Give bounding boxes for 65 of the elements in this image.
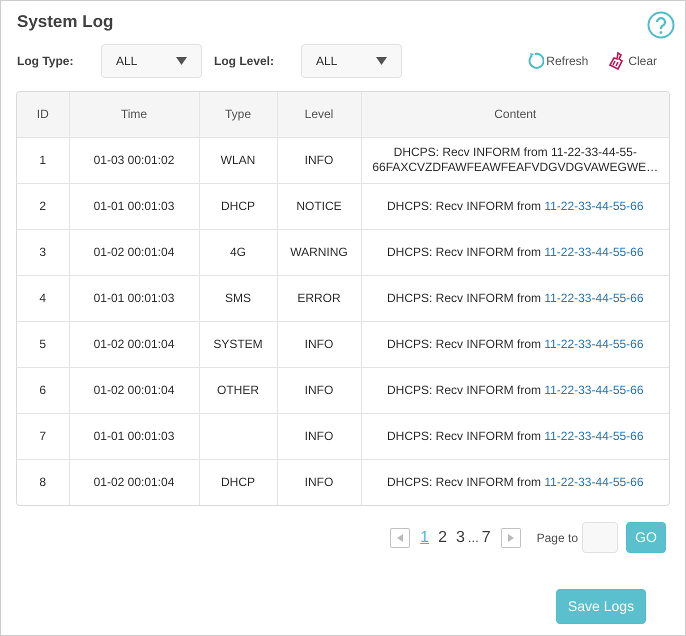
table-cell: 4G xyxy=(199,229,277,275)
table-cell: 01-02 00:01:04 xyxy=(69,321,199,367)
table-cell: 01-03 00:01:02 xyxy=(69,137,199,183)
filter-dropdown[interactable]: ALL xyxy=(101,44,202,78)
page-to-label: Page to xyxy=(536,530,578,546)
page-link[interactable]: 7 xyxy=(482,526,491,550)
table-cell: 7 xyxy=(17,413,69,459)
table-cell: INFO xyxy=(277,367,361,413)
table-cell: SYSTEM xyxy=(199,321,277,367)
table-cell: 01-02 00:01:04 xyxy=(69,229,199,275)
table-cell: 01-01 00:01:03 xyxy=(69,413,199,459)
table-cell: INFO xyxy=(277,321,361,367)
table-cell: 01-01 00:01:03 xyxy=(69,183,199,229)
table-cell: DHCPS: Recv INFORM from 11-22-33-44-55-66 xyxy=(361,413,669,459)
table-cell: WLAN xyxy=(199,137,277,183)
filter-label: Log Type: xyxy=(17,53,74,70)
table-cell: DHCPS: Recv INFORM from 11-22-33-44-55-66 xyxy=(361,183,669,229)
table-cell: 01-02 00:01:04 xyxy=(69,367,199,413)
refresh-icon xyxy=(526,52,544,70)
table-cell: NOTICE xyxy=(277,183,361,229)
table-cell: 01-01 00:01:03 xyxy=(69,275,199,321)
table-cell: 6 xyxy=(17,367,69,413)
table-cell: DHCPS: Recv INFORM from 11-22-33-44-55-66 xyxy=(361,321,669,367)
table-cell: 5 xyxy=(17,321,69,367)
page-input[interactable] xyxy=(582,522,618,553)
filter-label: Log Level: xyxy=(214,53,276,70)
clear-button[interactable]: Clear xyxy=(608,52,657,70)
previous-page-button[interactable] xyxy=(390,528,410,548)
page-ellipsis: ... xyxy=(468,528,479,547)
table-cell: ERROR xyxy=(277,275,361,321)
caret-icon xyxy=(176,57,187,65)
page-title: System Log xyxy=(17,11,114,33)
next-page-button[interactable] xyxy=(500,528,521,548)
column-header: Time xyxy=(69,92,199,137)
column-header: Level xyxy=(277,92,361,137)
table-cell: SMS xyxy=(199,275,277,321)
chevron-right-icon xyxy=(508,534,514,542)
column-header: ID xyxy=(17,92,69,137)
caret-icon xyxy=(376,57,387,65)
table-cell: DHCP xyxy=(199,183,277,229)
table-cell: DHCP xyxy=(199,459,277,505)
table-cell: DHCPS: Recv INFORM from 11-22-33-44-55-66 xyxy=(361,367,669,413)
table-cell: OTHER xyxy=(199,367,277,413)
table-cell: 3 xyxy=(17,229,69,275)
table-cell: DHCPS: Recv INFORM from 11-22-33-44-55-66 xyxy=(361,229,669,275)
table-cell: INFO xyxy=(277,137,361,183)
chevron-left-icon xyxy=(397,534,404,542)
table-cell: DHCPS: Recv INFORM from 11-22-33-44-55-66FAXCVZDFAWFEAWFEAFVDGVDGVAWEGWE… xyxy=(361,137,669,183)
table-cell: DHCPS: Recv INFORM from 11-22-33-44-55-66 xyxy=(361,275,669,321)
refresh-button[interactable]: Refresh xyxy=(526,52,588,70)
table-cell: INFO xyxy=(277,459,361,505)
column-header: Type xyxy=(199,92,277,137)
table-cell: INFO xyxy=(277,413,361,459)
table-cell: 2 xyxy=(17,183,69,229)
table-cell: 4 xyxy=(17,275,69,321)
column-header: Content xyxy=(361,92,669,137)
page-link[interactable]: 3 xyxy=(456,526,465,550)
table-cell: DHCPS: Recv INFORM from 11-22-33-44-55-66 xyxy=(361,459,669,505)
table-cell: 8 xyxy=(17,459,69,505)
page-link[interactable]: 2 xyxy=(438,526,447,550)
filter-dropdown[interactable]: ALL xyxy=(301,44,402,78)
table-cell: 1 xyxy=(17,137,69,183)
table-cell: WARNING xyxy=(277,229,361,275)
help-icon[interactable] xyxy=(647,11,675,39)
table-cell: 01-02 00:01:04 xyxy=(69,459,199,505)
